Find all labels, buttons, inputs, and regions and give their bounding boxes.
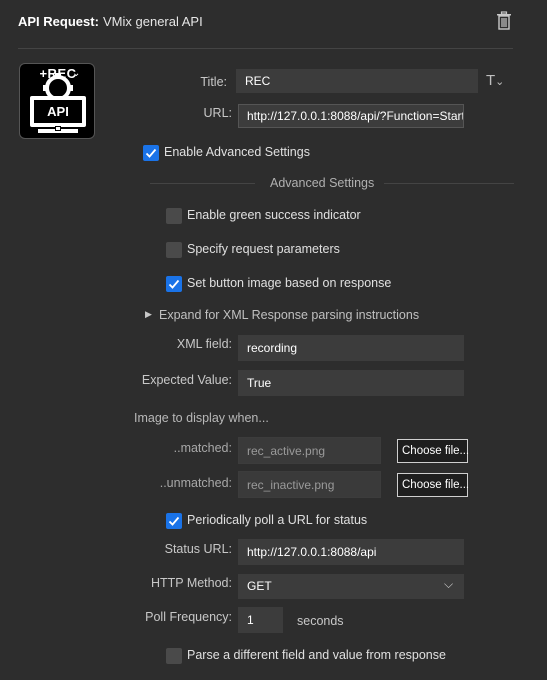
http-method-select[interactable]: GET [238, 574, 464, 599]
green-indicator-label: Enable green success indicator [187, 208, 361, 222]
preview-title-text: +REC [39, 66, 77, 81]
chevron-down-icon[interactable]: ⌵ [444, 577, 453, 592]
request-params-checkbox[interactable] [166, 242, 182, 258]
url-label: URL: [203, 106, 232, 120]
unmatched-label: ..unmatched: [159, 476, 232, 490]
expand-triangle-icon[interactable]: ▶ [145, 309, 152, 320]
separator-right [384, 183, 514, 184]
http-method-label: HTTP Method: [150, 576, 232, 590]
xml-field-label: XML field: [176, 337, 232, 351]
poll-frequency-input[interactable]: 1 [238, 607, 283, 633]
expected-value-input[interactable]: True [238, 370, 464, 396]
request-params-label: Specify request parameters [187, 242, 340, 256]
status-url-label: Status URL: [164, 542, 232, 556]
xml-field-input[interactable]: recording [238, 335, 464, 361]
matched-file-input[interactable]: rec_active.png [238, 437, 381, 464]
url-input[interactable]: http://127.0.0.1:8088/api/?Function=Star… [238, 104, 464, 128]
unmatched-file-input[interactable]: rec_inactive.png [238, 471, 381, 498]
poll-url-checkbox[interactable] [166, 513, 182, 529]
http-method-value: GET [247, 579, 272, 593]
poll-url-label: Periodically poll a URL for status [187, 513, 368, 527]
preview-api-text: API [47, 104, 69, 119]
poll-frequency-label: Poll Frequency: [145, 610, 232, 624]
title-format-icon[interactable]: T⌄ [486, 72, 504, 89]
separator-left [150, 183, 255, 184]
title-label: Title: [200, 75, 227, 89]
poll-frequency-unit: seconds [297, 614, 344, 628]
choose-unmatched-file-button[interactable]: Choose file... [397, 473, 469, 497]
title-input[interactable]: REC [236, 69, 478, 93]
status-url-input[interactable]: http://127.0.0.1:8088/api [238, 539, 464, 565]
button-image-label: Set button image based on response [187, 276, 392, 290]
enable-advanced-label: Enable Advanced Settings [164, 145, 310, 159]
trash-icon[interactable] [495, 11, 513, 31]
enable-advanced-checkbox[interactable] [143, 145, 159, 161]
header-divider [18, 48, 513, 49]
matched-label: ..matched: [173, 441, 232, 455]
chevron-down-icon: ⌄ [72, 68, 81, 79]
button-preview[interactable]: +REC ⌄ API [19, 63, 95, 139]
advanced-settings-title: Advanced Settings [270, 176, 375, 190]
parse-different-field-checkbox[interactable] [166, 648, 182, 664]
action-name: VMix general API [103, 14, 203, 29]
expand-xml-instructions[interactable]: Expand for XML Response parsing instruct… [159, 308, 419, 322]
parse-different-field-label: Parse a different field and value from r… [187, 648, 446, 662]
green-indicator-checkbox[interactable] [166, 208, 182, 224]
header-title: API Request: [18, 14, 99, 29]
expected-value-label: Expected Value: [141, 373, 232, 387]
choose-matched-file-button[interactable]: Choose file... [397, 439, 469, 463]
image-display-heading: Image to display when... [134, 411, 269, 425]
button-image-checkbox[interactable] [166, 276, 182, 292]
